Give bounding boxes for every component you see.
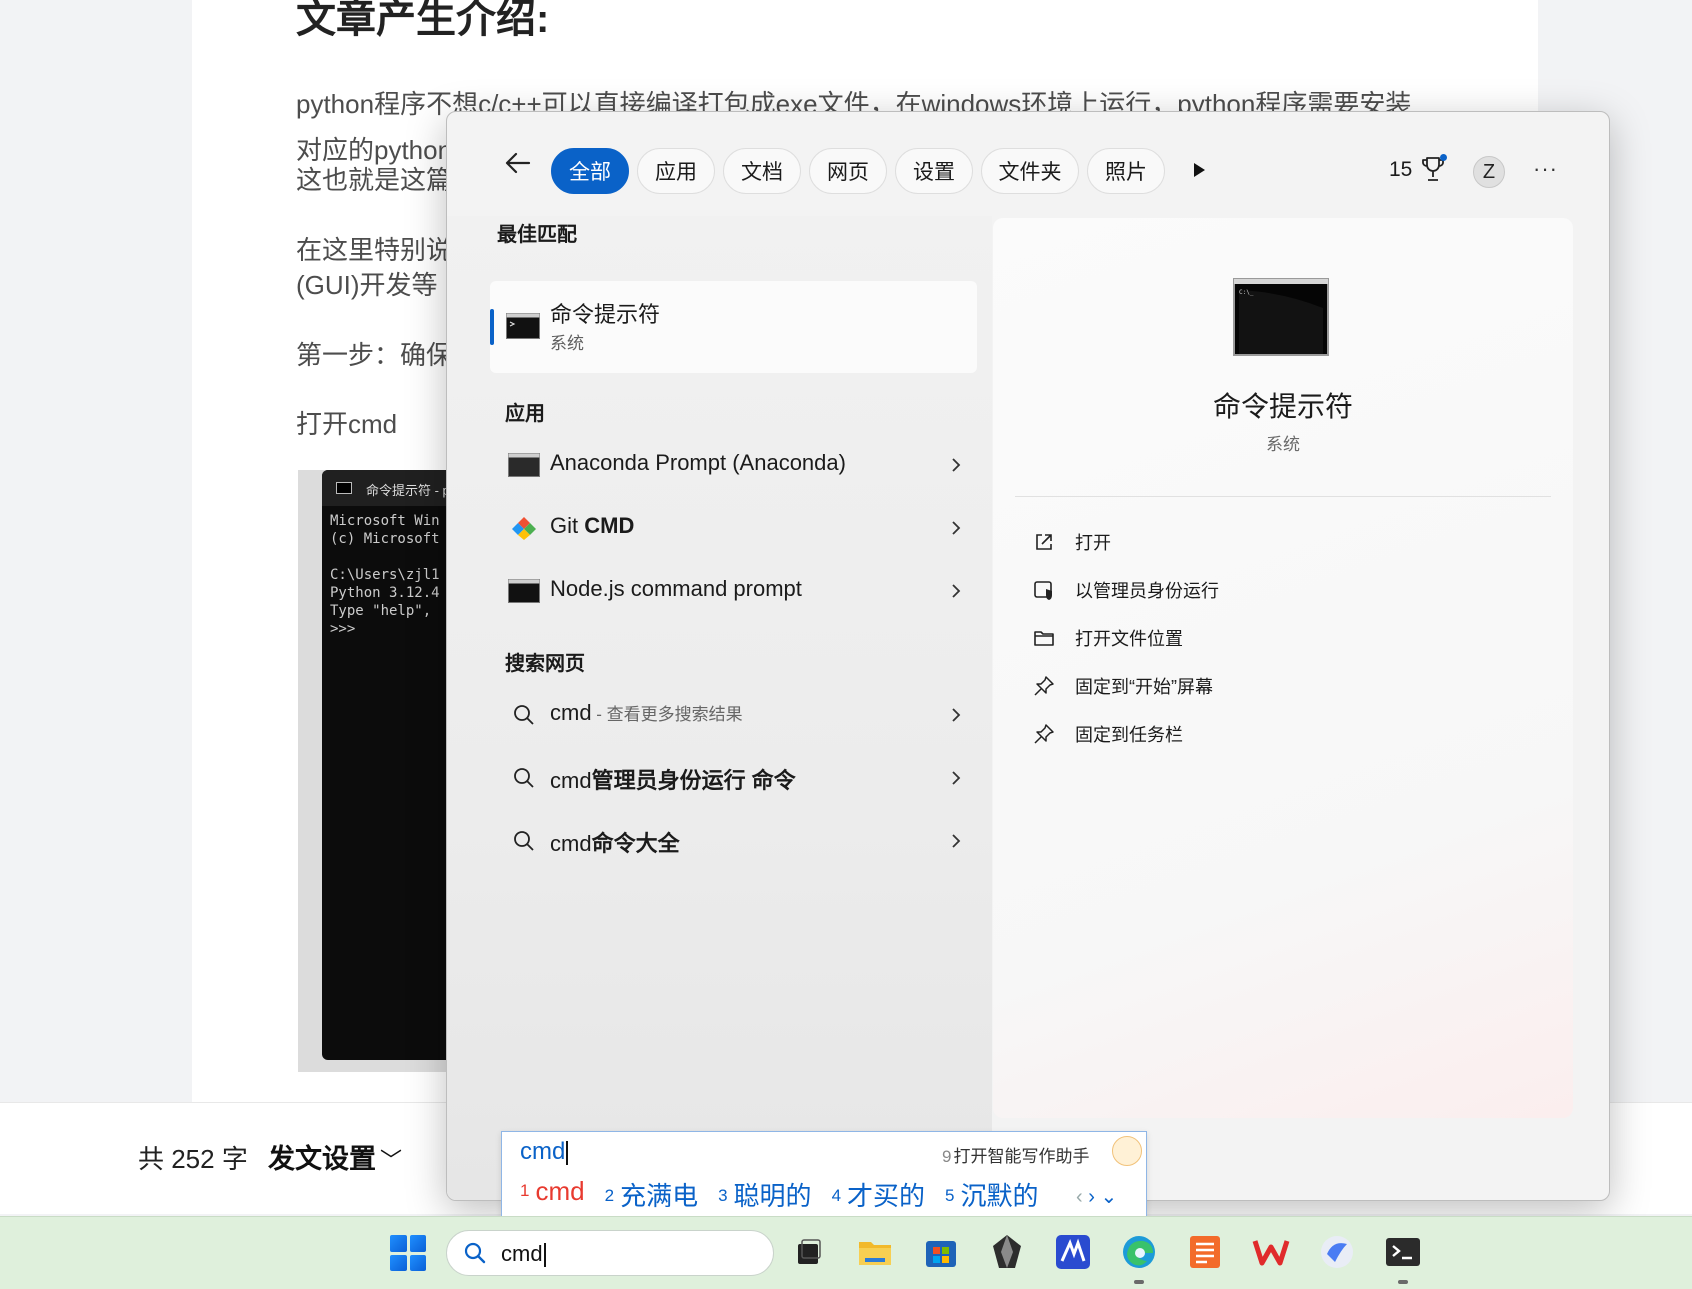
action-run-as-admin[interactable]: 以管理员身份运行 <box>1033 571 1513 607</box>
chevron-down-icon: ﹀ <box>380 1148 403 1173</box>
windows-start-icon[interactable] <box>390 1235 426 1271</box>
web-search-header: 搜索网页 <box>505 653 585 675</box>
task-view-icon[interactable] <box>789 1232 829 1272</box>
notification-dot <box>1440 154 1447 161</box>
terminal-icon[interactable] <box>1383 1232 1423 1272</box>
file-explorer-icon[interactable] <box>855 1232 895 1272</box>
ime-candidate[interactable]: 5 沉默的 <box>945 1176 1038 1213</box>
pin-icon <box>1034 724 1054 744</box>
ime-candidate-list: 1 cmd 2 充满电 3 聪明的 4 才买的 5 沉默的 <box>520 1176 1039 1213</box>
avatar[interactable]: Z <box>1473 156 1505 188</box>
filter-bar: 全部 应用 文档 网页 设置 文件夹 照片 15 Z ··· <box>447 112 1609 216</box>
chevron-right-icon[interactable] <box>950 769 962 787</box>
back-arrow-icon[interactable] <box>503 148 533 178</box>
ime-candidate[interactable]: 4 才买的 <box>832 1176 925 1213</box>
more-filters-play-icon[interactable] <box>1189 160 1209 180</box>
action-open[interactable]: 打开 <box>1033 523 1513 559</box>
taskbar-search-box[interactable]: cmd <box>446 1230 774 1276</box>
chevron-left-icon[interactable]: ‹ <box>1076 1186 1083 1208</box>
feishu-icon[interactable] <box>1317 1232 1357 1272</box>
edge-icon[interactable] <box>1119 1232 1159 1272</box>
taskbar: cmd <box>0 1216 1692 1289</box>
ime-assistant-button[interactable]: 9 打开智能写作助手 <box>942 1142 1089 1167</box>
more-options-button[interactable]: ··· <box>1533 156 1558 182</box>
chevron-right-icon[interactable] <box>950 832 962 850</box>
running-indicator <box>1134 1280 1144 1284</box>
web-result[interactable]: cmd管理员身份运行 命令 <box>490 749 977 807</box>
search-icon <box>464 1242 486 1264</box>
article-paragraph: 在这里特别说 <box>296 235 453 265</box>
chevron-right-icon[interactable] <box>950 456 962 474</box>
post-settings-button[interactable]: 发文设置 ﹀ <box>268 1137 402 1176</box>
open-external-icon <box>1036 534 1052 550</box>
tab-apps[interactable]: 应用 <box>637 148 715 194</box>
windows-search-flyout: 全部 应用 文档 网页 设置 文件夹 照片 15 Z ··· 最佳匹配 命令提示… <box>446 111 1610 1201</box>
article-paragraph: 第一步：确保 <box>296 340 453 370</box>
app-result-git-cmd[interactable]: Git CMD <box>490 499 977 557</box>
best-match-item[interactable]: 命令提示符 系统 <box>490 281 977 373</box>
ime-candidate[interactable]: 3 聪明的 <box>718 1176 811 1213</box>
best-match-subtitle: 系统 <box>550 334 584 353</box>
action-open-file-location[interactable]: 打开文件位置 <box>1033 619 1513 655</box>
tab-documents[interactable]: 文档 <box>723 148 801 194</box>
ime-composition-text: cmd <box>520 1138 569 1166</box>
ime-candidate[interactable]: 2 充满电 <box>605 1176 698 1213</box>
tab-web[interactable]: 网页 <box>809 148 887 194</box>
search-icon <box>514 705 534 725</box>
chevron-right-icon[interactable]: › <box>1088 1186 1095 1208</box>
app-result-nodejs[interactable]: Node.js command prompt <box>490 562 977 620</box>
console-icon <box>336 482 352 494</box>
command-prompt-large-icon: C:\_ <box>1233 278 1329 356</box>
ime-page-nav: ‹ › ⌄ <box>1076 1184 1117 1209</box>
folder-icon <box>1034 631 1054 646</box>
chevron-down-icon[interactable]: ⌄ <box>1100 1186 1117 1208</box>
microsoft-store-icon[interactable] <box>921 1232 961 1272</box>
console-icon <box>508 453 540 477</box>
tab-photos[interactable]: 照片 <box>1087 148 1165 194</box>
web-result[interactable]: cmd命令大全 <box>490 812 977 870</box>
wps-icon[interactable] <box>1251 1232 1291 1272</box>
chevron-right-icon[interactable] <box>950 582 962 600</box>
ime-candidate-window: cmd 9 打开智能写作助手 1 cmd 2 充满电 3 聪明的 4 才买的 5 沉默的 ‹… <box>501 1131 1147 1217</box>
article-heading: 文章产生介绍: <box>296 0 550 41</box>
app-result-anaconda[interactable]: Anaconda Prompt (Anaconda) <box>490 436 977 494</box>
pin-icon <box>1034 676 1054 696</box>
obsidian-icon[interactable] <box>987 1232 1027 1272</box>
tab-folders[interactable]: 文件夹 <box>981 148 1079 194</box>
ime-candidate[interactable]: 1 cmd <box>520 1176 585 1213</box>
apps-header: 应用 <box>505 403 545 425</box>
tab-settings[interactable]: 设置 <box>895 148 973 194</box>
divider <box>1015 496 1551 497</box>
action-pin-to-start[interactable]: 固定到“开始”屏幕 <box>1033 667 1513 703</box>
search-icon <box>514 831 534 851</box>
running-indicator <box>1398 1280 1408 1284</box>
article-paragraph: 这也就是这篇 <box>296 165 453 195</box>
rewards-points: 15 <box>1389 158 1413 181</box>
best-match-title: 命令提示符 <box>550 302 661 327</box>
console-icon <box>506 313 540 339</box>
console-icon <box>508 579 540 603</box>
svg-text:C:\_: C:\_ <box>1239 289 1254 296</box>
best-match-header: 最佳匹配 <box>497 224 577 246</box>
word-count: 共 252 字 <box>138 1144 248 1174</box>
article-paragraph: 打开cmd <box>296 409 398 439</box>
detail-title: 命令提示符 <box>1212 391 1353 422</box>
shield-icon <box>1034 581 1052 600</box>
code-editor-icon[interactable] <box>1053 1232 1093 1272</box>
detail-subtitle: 系统 <box>1266 435 1300 454</box>
git-icon <box>512 517 536 540</box>
ime-mascot-icon[interactable] <box>1112 1136 1142 1166</box>
action-pin-to-taskbar[interactable]: 固定到任务栏 <box>1033 715 1513 751</box>
selection-indicator <box>490 309 494 345</box>
tab-all[interactable]: 全部 <box>551 148 629 194</box>
docs-icon[interactable] <box>1185 1232 1225 1272</box>
search-icon <box>514 768 534 788</box>
chevron-right-icon[interactable] <box>950 519 962 537</box>
web-result[interactable]: cmd - 查看更多搜索结果 <box>490 686 977 744</box>
article-paragraph: (GUI)开发等 <box>296 270 438 300</box>
chevron-right-icon[interactable] <box>950 706 962 724</box>
